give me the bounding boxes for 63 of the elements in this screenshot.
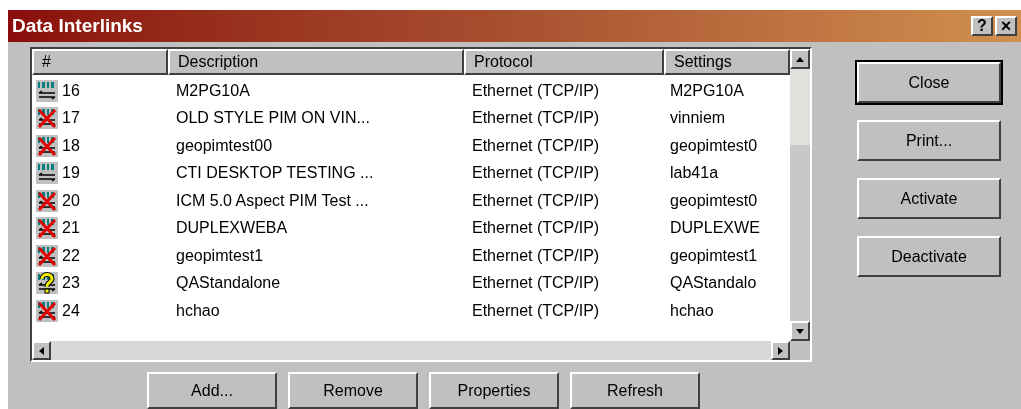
down-arrow-icon xyxy=(796,328,804,334)
up-arrow-icon xyxy=(796,56,804,62)
protocol-cell: Ethernet (TCP/IP) xyxy=(472,301,600,319)
settings-cell: DUPLEXWE xyxy=(670,219,760,237)
settings-cell: lab41a xyxy=(670,164,719,182)
column-header[interactable]: Description xyxy=(168,49,464,75)
settings-cell: geopimtest0 xyxy=(670,191,758,209)
dialog-button[interactable]: Close xyxy=(857,62,1001,103)
action-button[interactable]: Remove xyxy=(288,372,418,409)
row-number: 21 xyxy=(62,218,80,239)
help-button[interactable]: ? xyxy=(971,16,993,36)
protocol-cell: Ethernet (TCP/IP) xyxy=(472,81,600,99)
protocol-cell: Ethernet (TCP/IP) xyxy=(472,109,600,127)
window-title: Data Interlinks xyxy=(12,13,144,38)
settings-cell: geopimtest1 xyxy=(670,246,758,264)
action-button[interactable]: Properties xyxy=(429,372,559,409)
settings-cell: M2PG10A xyxy=(670,81,744,99)
vertical-scrollbar[interactable] xyxy=(790,49,810,360)
row-number: 16 xyxy=(62,80,80,101)
description-cell: geopimtest00 xyxy=(176,136,273,154)
action-button[interactable]: Refresh xyxy=(570,372,700,409)
row-number: 20 xyxy=(62,190,80,211)
settings-cell: QAStandalo xyxy=(670,274,757,292)
description-cell: hchao xyxy=(176,301,220,319)
protocol-cell: Ethernet (TCP/IP) xyxy=(472,191,600,209)
dialog-button[interactable]: Print... xyxy=(857,120,1001,161)
row-number: 18 xyxy=(62,135,80,156)
settings-cell: geopimtest0 xyxy=(670,136,758,154)
horizontal-scrollbar[interactable] xyxy=(32,341,790,360)
right-arrow-icon xyxy=(778,346,783,355)
column-header[interactable]: Settings xyxy=(664,49,790,75)
protocol-cell: Ethernet (TCP/IP) xyxy=(472,219,600,237)
left-arrow-icon xyxy=(39,346,44,355)
close-button[interactable]: × xyxy=(995,16,1017,36)
scroll-thumb[interactable] xyxy=(790,69,810,145)
description-cell: DUPLEXWEBA xyxy=(176,219,288,237)
description-cell: QAStandalone xyxy=(176,274,281,292)
row-number: 17 xyxy=(62,108,80,129)
description-cell: geopimtest1 xyxy=(176,246,264,264)
scroll-right-button[interactable] xyxy=(771,341,790,360)
protocol-cell: Ethernet (TCP/IP) xyxy=(472,274,600,292)
dialog-button[interactable]: Deactivate xyxy=(857,236,1001,277)
column-header[interactable]: # xyxy=(32,49,168,75)
row-number: 22 xyxy=(62,245,80,266)
scroll-down-button[interactable] xyxy=(790,321,810,341)
protocol-cell: Ethernet (TCP/IP) xyxy=(472,136,600,154)
settings-cell: vinniem xyxy=(670,109,726,127)
scroll-up-button[interactable] xyxy=(790,49,810,69)
description-cell: ICM 5.0 Aspect PIM Test ... xyxy=(176,191,369,209)
description-cell: CTI DESKTOP TESTING ... xyxy=(176,164,374,182)
protocol-cell: Ethernet (TCP/IP) xyxy=(472,246,600,264)
scroll-left-button[interactable] xyxy=(32,341,51,360)
row-number: 19 xyxy=(62,163,80,184)
settings-cell: hchao xyxy=(670,301,714,319)
description-cell: M2PG10A xyxy=(176,81,250,99)
action-button[interactable]: Add... xyxy=(147,372,277,409)
row-number: 24 xyxy=(62,300,80,321)
description-cell: OLD STYLE PIM ON VIN... xyxy=(176,109,370,127)
column-header[interactable]: Protocol xyxy=(464,49,664,75)
scrollbar-corner xyxy=(790,341,810,360)
row-number: 23 xyxy=(62,273,80,294)
protocol-cell: Ethernet (TCP/IP) xyxy=(472,164,600,182)
dialog-button[interactable]: Activate xyxy=(857,178,1001,219)
